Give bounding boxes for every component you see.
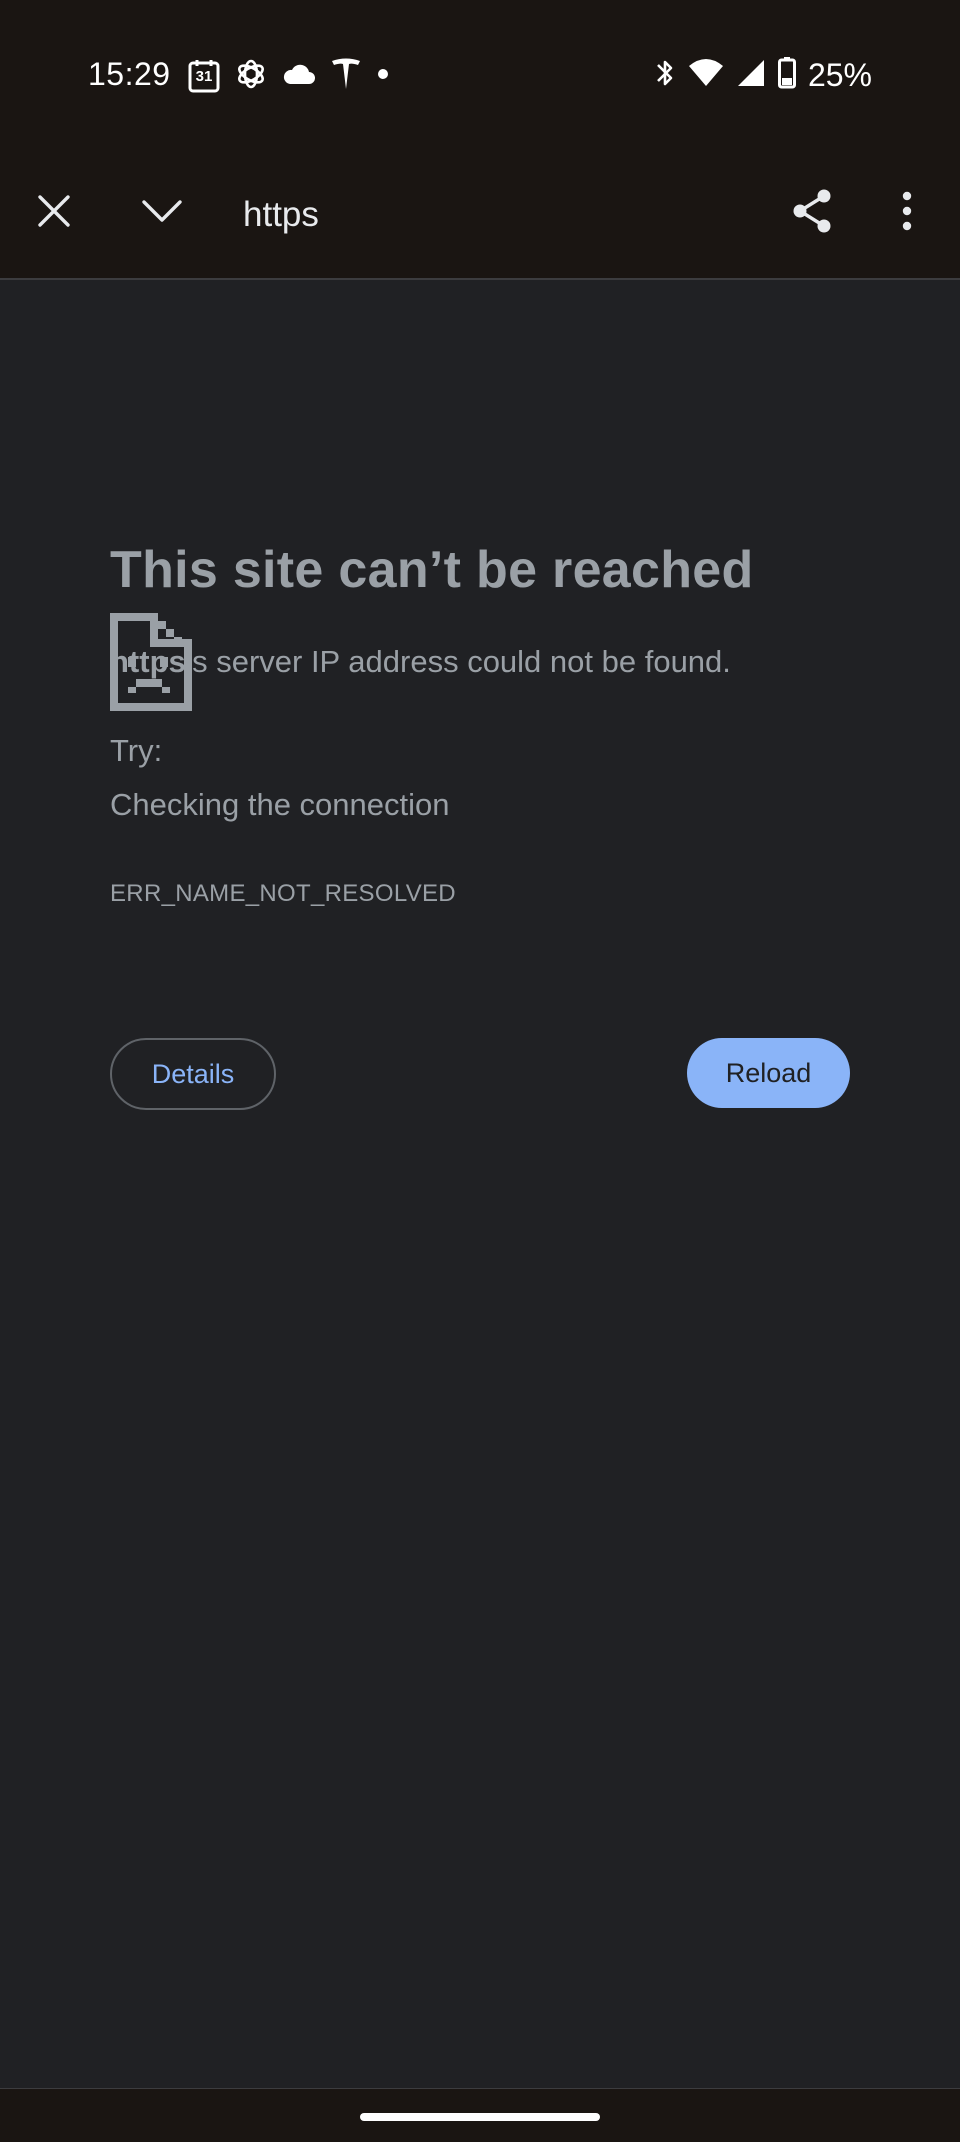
notification-dot-icon bbox=[376, 67, 390, 86]
error-host: https bbox=[110, 644, 186, 679]
home-gesture-handle[interactable] bbox=[360, 2113, 600, 2121]
close-button[interactable] bbox=[26, 185, 82, 241]
calendar-day: 31 bbox=[195, 68, 213, 85]
battery-percent: 25% bbox=[807, 57, 872, 93]
bluetooth-icon bbox=[654, 56, 676, 95]
gesture-nav-bar bbox=[0, 2088, 960, 2142]
status-system-icons: 25% bbox=[654, 56, 872, 95]
error-description-text: ’s server IP address could not be found. bbox=[185, 644, 731, 679]
wifi-icon bbox=[688, 58, 724, 93]
signal-icon bbox=[736, 58, 766, 93]
try-label: Try: bbox=[110, 733, 163, 768]
share-button[interactable] bbox=[782, 183, 842, 243]
error-description: https’s server IP address could not be f… bbox=[110, 644, 731, 680]
calendar-icon: 31 bbox=[188, 59, 220, 93]
page-url-title[interactable]: https bbox=[243, 195, 319, 235]
suggestion-check-connection: Checking the connection bbox=[110, 787, 450, 822]
chevron-down-icon bbox=[141, 198, 183, 229]
more-vert-icon bbox=[902, 191, 912, 236]
custom-tab-toolbar: https bbox=[0, 155, 960, 280]
minimize-button[interactable] bbox=[134, 185, 190, 241]
status-bar: 15:29 31 25% bbox=[0, 0, 960, 155]
error-code: ERR_NAME_NOT_RESOLVED bbox=[110, 880, 456, 907]
share-icon bbox=[791, 188, 833, 239]
battery-icon bbox=[777, 57, 796, 94]
details-button[interactable]: Details bbox=[110, 1038, 276, 1110]
status-time: 15:29 bbox=[88, 56, 171, 92]
tesla-icon bbox=[330, 57, 362, 96]
error-heading: This site can’t be reached bbox=[110, 541, 754, 599]
more-options-button[interactable] bbox=[880, 183, 934, 243]
cloud-icon bbox=[282, 62, 316, 91]
close-icon bbox=[37, 194, 71, 233]
status-notification-icons: 31 bbox=[188, 58, 390, 94]
reload-button[interactable]: Reload bbox=[687, 1038, 850, 1108]
openai-icon bbox=[234, 57, 268, 96]
